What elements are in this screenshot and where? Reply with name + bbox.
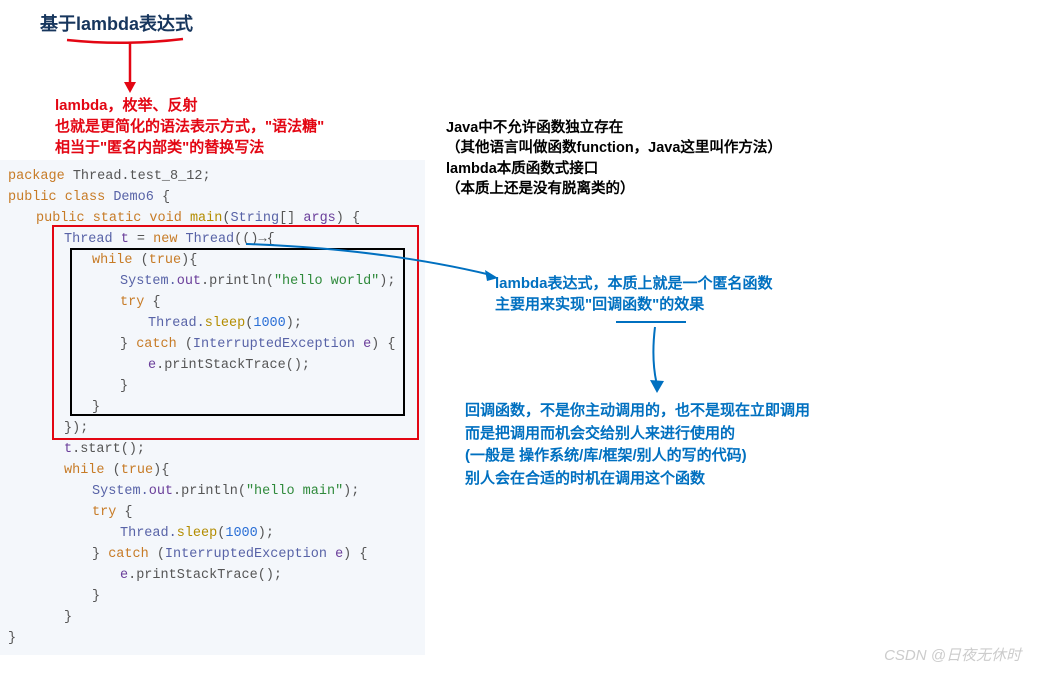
fld-out2: out [149,484,173,499]
kw-try2: try [92,505,124,520]
code-block: package Thread.test_8_12; public class D… [0,160,425,655]
blue2-line-3: (一般是 操作系统/库/框架/别人的写的代码) [465,445,810,468]
arrow-down-blue-icon [645,325,669,400]
fld-out: out [177,274,201,289]
blue1-line-1: lambda表达式，本质上就是一个匿名函数 [495,273,773,294]
title-prefix: 基于 [40,14,76,34]
kw-pubclass: public class [8,190,113,205]
kw-try: try [120,295,152,310]
black-annotation: Java中不允许函数独立存在 （其他语言叫做函数function，Java这里叫… [446,118,782,199]
cls-intex2: InterruptedException [165,547,335,562]
watermark-text: CSDN @日夜无休时 [884,644,1021,665]
pkg-name: Thread.test_8_12 [73,169,203,184]
blue-annotation-1: lambda表达式，本质上就是一个匿名函数 主要用来实现"回调函数"的效果 [495,273,773,315]
var-e3: e [335,547,343,562]
var-t2: t [64,442,72,457]
blue1-line-2: 主要用来实现"回调函数"的效果 [495,294,773,315]
kw-true: true [149,253,181,268]
mth-sleep: sleep [205,316,246,331]
kw-new: new [153,232,185,247]
str-hello-main: "hello main" [246,484,343,499]
arrow-right-icon [243,241,498,281]
red-annotation: lambda，枚举、反射 也就是更简化的语法表示方式，"语法糖" 相当于"匿名内… [55,95,324,158]
kw-while: while [92,253,141,268]
blue2-line-2: 而是把调用而机会交给别人来进行使用的 [465,423,810,446]
var-e: e [363,337,371,352]
cls-system2: System. [92,484,149,499]
num-1000b: 1000 [225,526,257,541]
cls-intex: InterruptedException [193,337,363,352]
cls-thread2: Thread [186,232,235,247]
blue-annotation-2: 回调函数，不是你主动调用的，也不是现在立即调用 而是把调用而机会交给别人来进行使… [465,400,810,490]
black-line-2: （其他语言叫做函数function，Java这里叫作方法） [446,138,782,158]
black-line-1: Java中不允许函数独立存在 [446,118,782,138]
var-e4: e [120,568,128,583]
cls-system: System. [120,274,177,289]
title-keyword: lambda [76,14,139,34]
cls-demo6: Demo6 [113,190,154,205]
kw-package: package [8,169,73,184]
cls-thread: Thread [64,232,121,247]
mth-sleep2: sleep [177,526,218,541]
blue2-line-1: 回调函数，不是你主动调用的，也不是现在立即调用 [465,400,810,423]
var-e2: e [148,358,156,373]
blue2-line-4: 别人会在合适的时机在调用这个函数 [465,468,810,491]
red-line-1: lambda，枚举、反射 [55,95,324,116]
mth-main: main [190,211,222,226]
kw-true2: true [121,463,153,478]
black-line-3: lambda本质函数式接口 [446,159,782,179]
kw-while2: while [64,463,113,478]
red-line-3: 相当于"匿名内部类"的替换写法 [55,137,324,158]
cls-thread3: Thread. [148,316,205,331]
blue-underline [616,313,686,323]
num-1000a: 1000 [253,316,285,331]
title-suffix: 表达式 [139,14,193,34]
cls-thread4: Thread. [120,526,177,541]
var-args: args [303,211,335,226]
var-t: t [121,232,129,247]
arrow-down-icon [120,40,140,100]
kw-psvm: public static void [36,211,190,226]
black-line-4: （本质上还是没有脱离类的） [446,179,782,199]
kw-catch2: catch [108,547,157,562]
cls-string: String [230,211,279,226]
red-line-2: 也就是更简化的语法表示方式，"语法糖" [55,116,324,137]
kw-catch: catch [136,337,185,352]
